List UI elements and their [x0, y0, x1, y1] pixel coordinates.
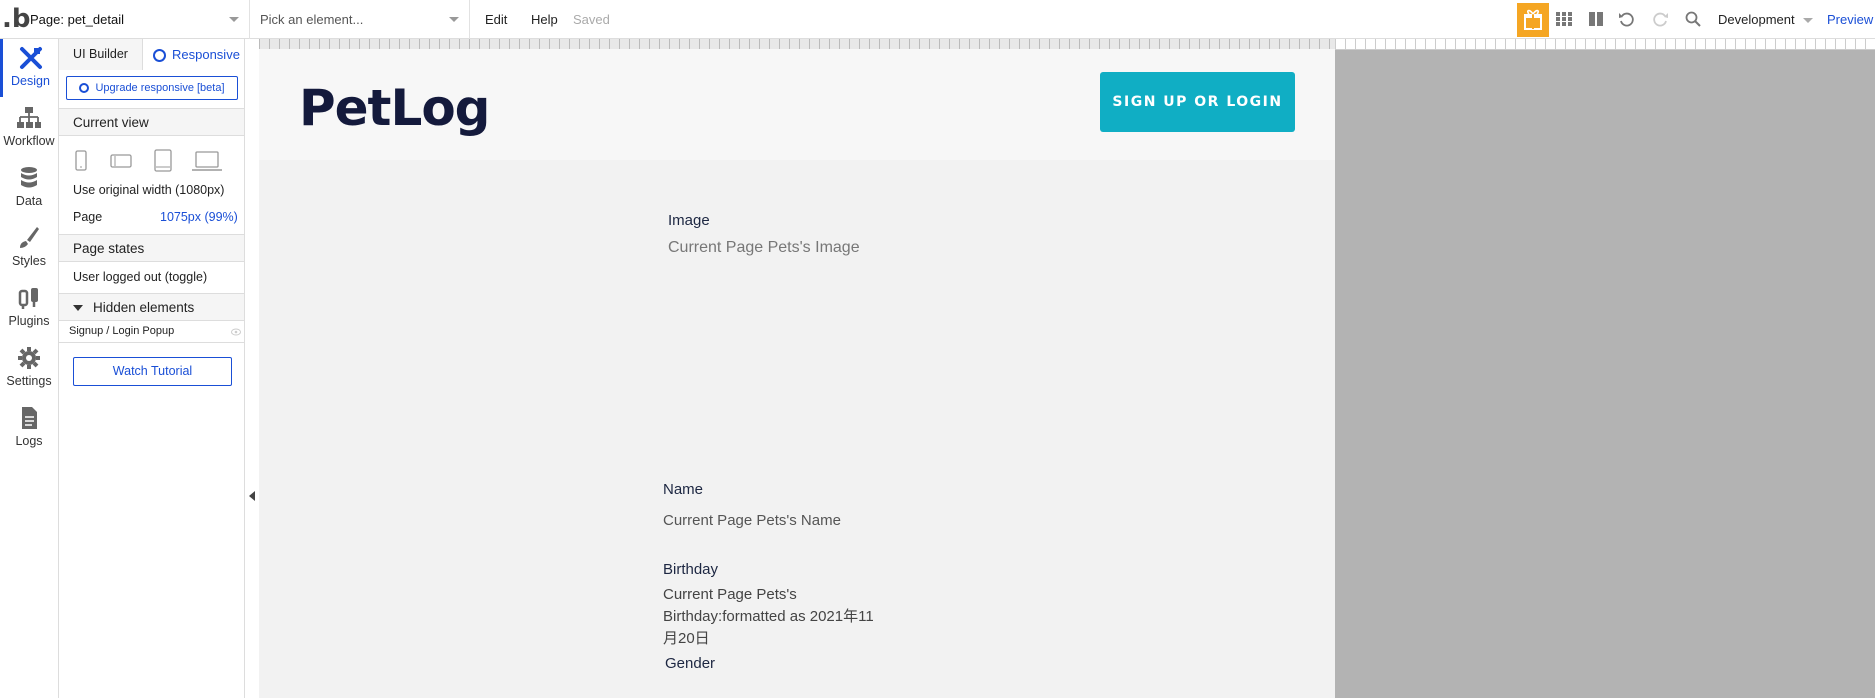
database-icon — [21, 167, 37, 188]
gift-icon — [1524, 9, 1542, 30]
watch-tutorial-button[interactable]: Watch Tutorial — [73, 357, 232, 386]
menu-edit[interactable]: Edit — [485, 0, 507, 39]
upgrade-responsive-button[interactable]: Upgrade responsive [beta] — [66, 76, 238, 100]
laptop-icon[interactable] — [191, 149, 223, 173]
nav-logs-label: Logs — [15, 434, 43, 448]
signup-login-button[interactable]: SIGN UP OR LOGIN — [1100, 72, 1295, 132]
nav-design[interactable]: Design — [0, 39, 58, 97]
mobile-portrait-icon[interactable] — [75, 149, 87, 173]
birthday-label[interactable]: Birthday — [663, 561, 718, 578]
chevron-down-icon — [1802, 18, 1813, 24]
page-selector[interactable]: Page: pet_detail — [24, 0, 250, 39]
brush-icon — [20, 227, 39, 248]
name-label[interactable]: Name — [663, 481, 703, 498]
ui-builder-panel: UI Builder Responsive Upgrade responsive… — [59, 39, 245, 698]
ruler-overflow — [1335, 39, 1875, 49]
nav-plugins[interactable]: Plugins — [0, 279, 58, 337]
element-picker-placeholder: Pick an element... — [260, 12, 364, 27]
element-picker[interactable]: Pick an element... — [250, 0, 470, 39]
environment-selector[interactable]: Development — [1718, 0, 1813, 39]
page-header[interactable]: PetLog SIGN UP OR LOGIN — [259, 49, 1335, 160]
nav-plugins-label: Plugins — [8, 314, 50, 328]
top-toolbar: .b Page: pet_detail Pick an element... E… — [0, 0, 1875, 39]
gender-label[interactable]: Gender — [665, 655, 715, 672]
document-icon — [22, 407, 37, 429]
image-placeholder[interactable]: Current Page Pets's Image — [668, 237, 860, 259]
original-width-option[interactable]: Use original width (1080px) — [73, 183, 224, 197]
workflow-icon — [17, 107, 41, 128]
undo-icon[interactable] — [1618, 10, 1636, 28]
panel-tabs: UI Builder Responsive — [59, 39, 244, 70]
design-icon — [19, 47, 42, 69]
hidden-elements-title: Hidden elements — [93, 300, 195, 315]
upgrade-icon — [79, 83, 90, 94]
image-label[interactable]: Image — [668, 212, 710, 229]
nav-data-label: Data — [15, 194, 43, 208]
current-view-header: Current view — [59, 108, 244, 136]
responsive-icon — [153, 49, 166, 63]
brand-logo-text[interactable]: PetLog — [299, 79, 490, 137]
panel-collapse-handle[interactable] — [245, 39, 259, 698]
menu-help[interactable]: Help — [531, 0, 558, 39]
nav-design-label: Design — [11, 74, 50, 88]
page-width-value[interactable]: 1075px (99%) — [160, 210, 238, 224]
save-status: Saved — [573, 12, 610, 27]
tab-ui-builder[interactable]: UI Builder — [59, 39, 143, 70]
nav-workflow-label: Workflow — [3, 134, 55, 148]
page-selector-label: Page: pet_detail — [30, 12, 124, 27]
nav-styles-label: Styles — [11, 254, 47, 268]
name-value[interactable]: Current Page Pets's Name — [663, 510, 841, 532]
environment-label: Development — [1718, 12, 1795, 27]
redo-icon[interactable] — [1651, 10, 1669, 28]
birthday-value[interactable]: Current Page Pets's Birthday:formatted a… — [663, 584, 874, 650]
upgrade-responsive-label: Upgrade responsive [beta] — [95, 82, 225, 94]
hidden-element-label: Signup / Login Popup — [69, 325, 175, 337]
nav-data[interactable]: Data — [0, 159, 58, 217]
page-states-header: Page states — [59, 234, 244, 262]
caret-down-icon — [73, 305, 83, 312]
hidden-elements-header[interactable]: Hidden elements — [59, 293, 244, 321]
gift-button[interactable] — [1517, 3, 1549, 37]
hidden-element-row[interactable]: Signup / Login Popup — [59, 322, 244, 343]
nav-settings[interactable]: Settings — [0, 339, 58, 397]
collapse-left-icon — [249, 491, 255, 501]
nav-workflow[interactable]: Workflow — [0, 99, 58, 157]
gear-icon — [18, 347, 40, 369]
plug-icon — [18, 288, 38, 309]
tab-responsive[interactable]: Responsive — [153, 39, 240, 70]
page-width-label: Page — [73, 210, 103, 224]
eye-icon[interactable] — [231, 328, 241, 336]
bubble-logo[interactable]: .b — [2, 6, 31, 32]
chevron-down-icon — [449, 17, 459, 22]
page-state-item[interactable]: User logged out (toggle) — [73, 270, 207, 284]
page-canvas[interactable]: PetLog SIGN UP OR LOGIN Image Current Pa… — [259, 49, 1335, 698]
chevron-down-icon — [229, 17, 239, 22]
preview-link[interactable]: Preview — [1827, 0, 1873, 39]
birthday-value-line-2: Birthday:formatted as 2021年11 — [663, 608, 874, 625]
nav-settings-label: Settings — [6, 374, 52, 388]
columns-icon[interactable] — [1587, 10, 1605, 28]
tab-responsive-label: Responsive — [172, 47, 240, 62]
mobile-landscape-icon[interactable] — [110, 149, 132, 173]
tablet-icon[interactable] — [154, 149, 172, 173]
search-icon[interactable] — [1684, 10, 1702, 28]
birthday-value-line-3: 月20日 — [663, 630, 710, 647]
grid-icon[interactable] — [1555, 10, 1573, 28]
birthday-value-line-1: Current Page Pets's — [663, 586, 797, 603]
nav-logs[interactable]: Logs — [0, 399, 58, 457]
left-nav: Design Workflow Data Styles Plugins Sett… — [0, 39, 59, 698]
nav-styles[interactable]: Styles — [0, 219, 58, 277]
